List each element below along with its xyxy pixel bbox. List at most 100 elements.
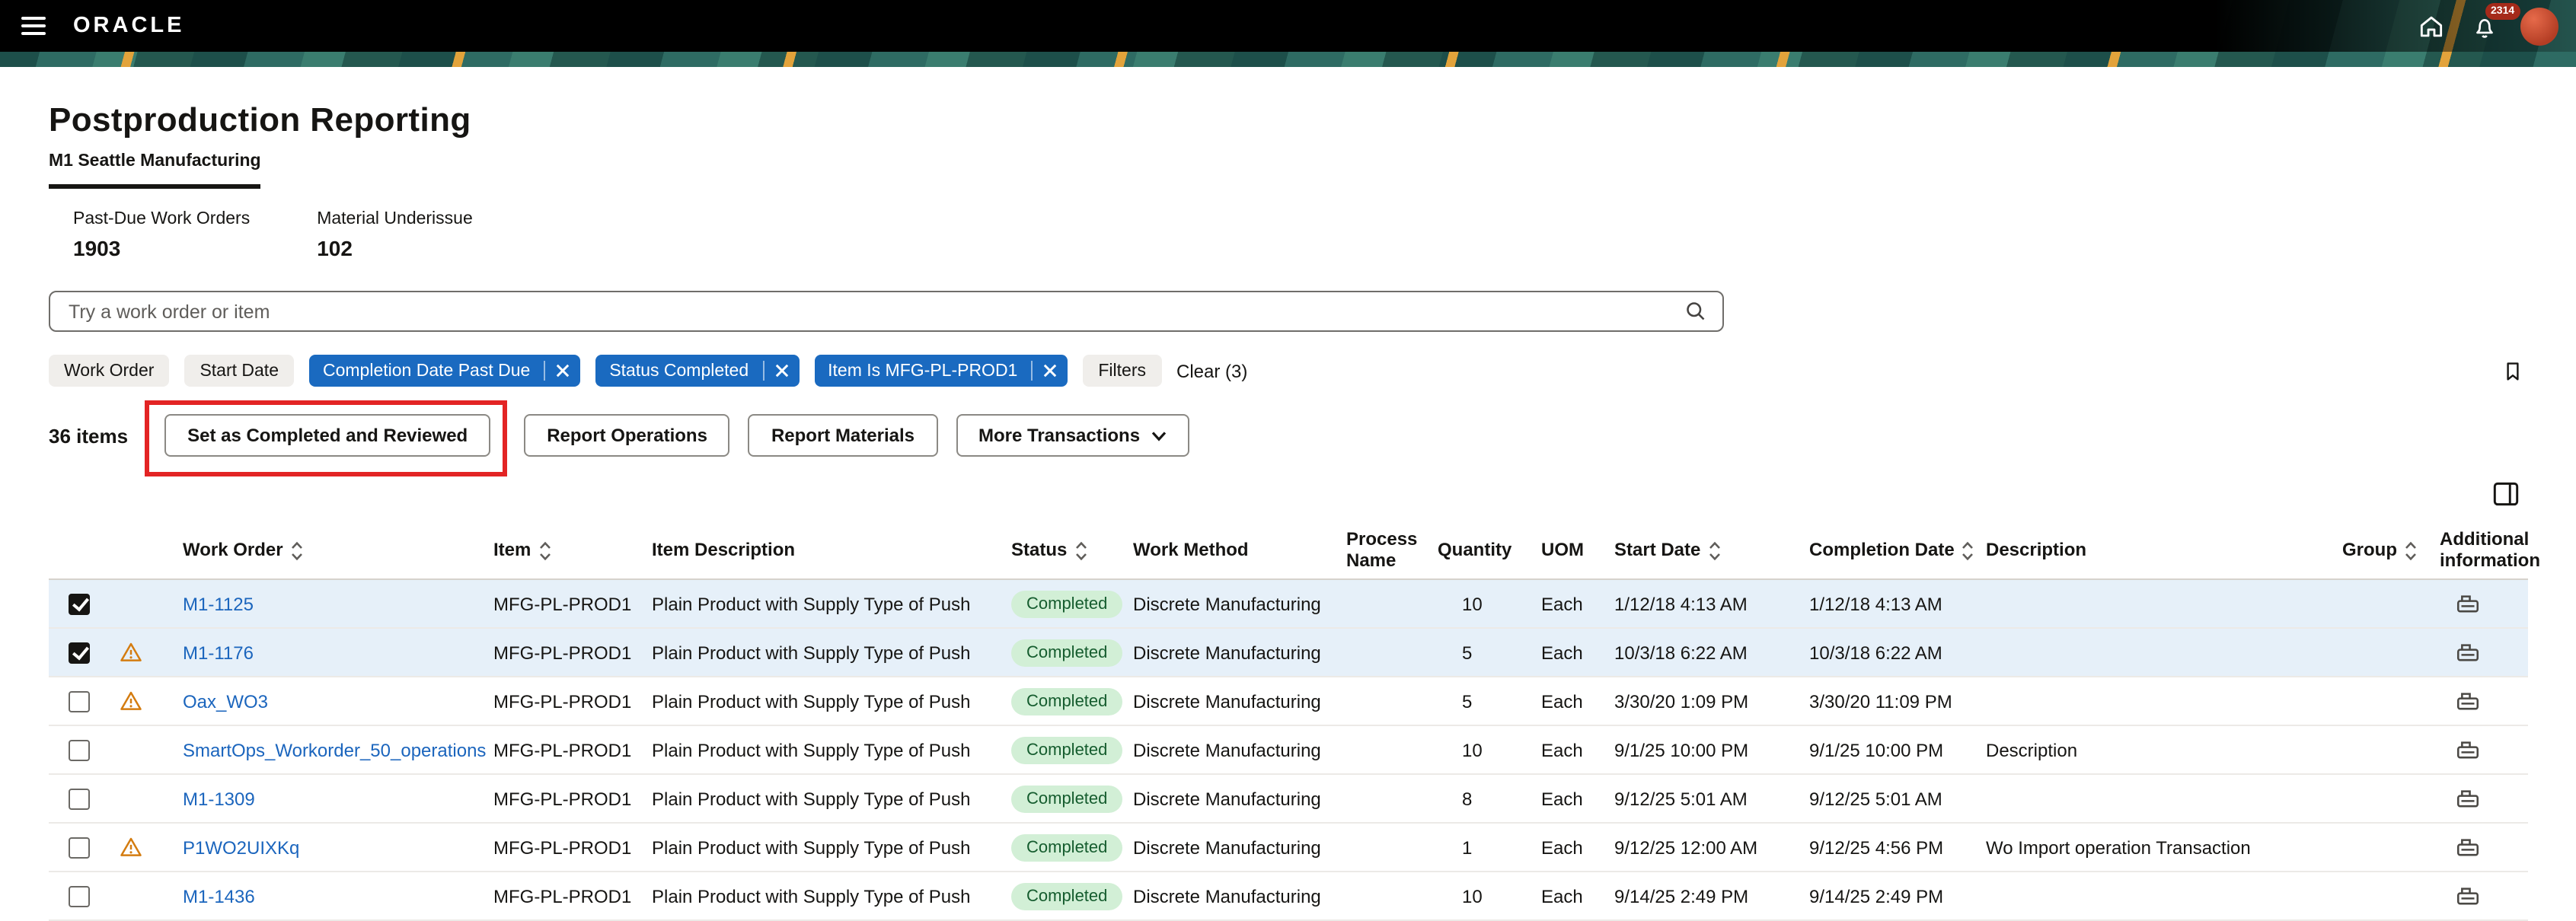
work-order-link[interactable]: M1-1125 — [183, 593, 254, 614]
row-checkbox[interactable] — [69, 642, 90, 663]
cell-start-date: 9/12/25 12:00 AM — [1614, 837, 1809, 858]
work-order-link[interactable]: SmartOps_Workorder_50_operations — [183, 739, 486, 760]
additional-info-icon[interactable] — [2455, 737, 2534, 763]
col-uom: UOM — [1541, 540, 1614, 561]
col-item[interactable]: Item — [493, 540, 652, 561]
additional-info-icon[interactable] — [2455, 834, 2534, 860]
table-row[interactable]: M1-1125 MFG-PL-PROD1 Plain Product with … — [49, 580, 2527, 629]
additional-info-icon[interactable] — [2455, 883, 2534, 909]
oracle-logo: ORACLE — [73, 14, 184, 38]
cell-work-method: Discrete Manufacturing — [1133, 690, 1346, 712]
infolets: Past-Due Work Orders 1903 Material Under… — [49, 210, 2527, 260]
infolet-value: 1903 — [73, 236, 250, 260]
additional-info-icon[interactable] — [2455, 591, 2534, 617]
status-badge: Completed — [1011, 687, 1122, 715]
work-order-link[interactable]: P1WO2UIXKq — [183, 837, 299, 858]
more-transactions-label: More Transactions — [978, 425, 1140, 446]
status-badge: Completed — [1011, 590, 1122, 617]
cell-item: MFG-PL-PROD1 — [493, 788, 652, 809]
status-badge: Completed — [1011, 882, 1122, 910]
cell-quantity: 5 — [1438, 642, 1541, 663]
table-row[interactable]: M1-1176 MFG-PL-PROD1 Plain Product with … — [49, 629, 2527, 677]
cell-uom: Each — [1541, 593, 1614, 614]
table-row[interactable]: Oax_WO3 MFG-PL-PROD1 Plain Product with … — [49, 677, 2527, 726]
chip-item-is-mfg-pl-prod1[interactable]: Item Is MFG-PL-PROD1 — [814, 355, 1068, 387]
col-work-order[interactable]: Work Order — [183, 540, 493, 561]
remove-filter-icon[interactable] — [764, 364, 799, 378]
cell-uom: Each — [1541, 690, 1614, 712]
infolet-label: Past-Due Work Orders — [73, 210, 250, 228]
sort-icon[interactable] — [1708, 540, 1720, 561]
row-checkbox[interactable] — [69, 885, 90, 907]
table-row[interactable]: M1-1309 MFG-PL-PROD1 Plain Product with … — [49, 775, 2527, 824]
sort-icon[interactable] — [1074, 540, 1087, 561]
work-order-link[interactable]: Oax_WO3 — [183, 690, 268, 712]
cell-uom: Each — [1541, 788, 1614, 809]
col-start-date[interactable]: Start Date — [1614, 540, 1809, 561]
remove-filter-icon[interactable] — [1033, 364, 1068, 378]
notification-badge: 2314 — [2485, 3, 2520, 20]
actions-row: 36 items Set as Completed and Reviewed R… — [49, 414, 2527, 457]
col-additional-information: Additional information — [2440, 529, 2546, 571]
infolet-past-due-work-orders[interactable]: Past-Due Work Orders 1903 — [73, 210, 250, 260]
work-order-link[interactable]: M1-1436 — [183, 885, 255, 907]
chip-status-completed[interactable]: Status Completed — [595, 355, 799, 387]
search-bar — [49, 291, 1724, 332]
columns-panel-icon[interactable] — [2486, 475, 2524, 513]
set-completed-reviewed-button[interactable]: Set as Completed and Reviewed — [164, 414, 490, 457]
warning-icon — [119, 836, 143, 859]
cell-item: MFG-PL-PROD1 — [493, 642, 652, 663]
work-order-link[interactable]: M1-1176 — [183, 642, 254, 663]
chip-completion-date-past-due[interactable]: Completion Date Past Due — [309, 355, 580, 387]
col-completion-date[interactable]: Completion Date — [1809, 540, 1986, 561]
app-root: ORACLE 2314 Postproduction Reporting M1 … — [0, 0, 2576, 913]
report-materials-button[interactable]: Report Materials — [749, 414, 937, 457]
table-row[interactable]: M1-1436 MFG-PL-PROD1 Plain Product with … — [49, 872, 2527, 921]
row-checkbox[interactable] — [69, 739, 90, 760]
search-icon[interactable] — [1684, 300, 1707, 323]
col-group[interactable]: Group — [2342, 540, 2440, 561]
additional-info-icon[interactable] — [2455, 639, 2534, 665]
cell-start-date: 9/12/25 5:01 AM — [1614, 788, 1809, 809]
cell-completion-date: 9/1/25 10:00 PM — [1809, 739, 1986, 760]
home-icon[interactable] — [2413, 8, 2450, 44]
annotated-button-wrapper: Set as Completed and Reviewed — [164, 414, 490, 457]
cell-start-date: 9/1/25 10:00 PM — [1614, 739, 1809, 760]
chip-start-date[interactable]: Start Date — [184, 355, 294, 387]
cell-item-description: Plain Product with Supply Type of Push — [652, 837, 1011, 858]
row-checkbox[interactable] — [69, 788, 90, 809]
search-input[interactable] — [65, 299, 1684, 323]
additional-info-icon[interactable] — [2455, 786, 2534, 811]
chip-work-order[interactable]: Work Order — [49, 355, 169, 387]
cell-start-date: 3/30/20 1:09 PM — [1614, 690, 1809, 712]
row-checkbox[interactable] — [69, 593, 90, 614]
sort-icon[interactable] — [1962, 540, 1974, 561]
bookmark-icon[interactable] — [2497, 355, 2527, 386]
table-row[interactable]: SmartOps_Workorder_50_operations MFG-PL-… — [49, 726, 2527, 775]
report-operations-button[interactable]: Report Operations — [524, 414, 730, 457]
remove-filter-icon[interactable] — [545, 364, 580, 378]
org-tab[interactable]: M1 Seattle Manufacturing — [49, 152, 261, 189]
table-row[interactable]: P1WO2UIXKq MFG-PL-PROD1 Plain Product wi… — [49, 824, 2527, 872]
row-checkbox[interactable] — [69, 837, 90, 858]
clear-filters-link[interactable]: Clear (3) — [1176, 360, 1247, 381]
col-status[interactable]: Status — [1011, 540, 1133, 561]
avatar[interactable] — [2520, 7, 2558, 45]
global-header: ORACLE 2314 — [0, 0, 2576, 67]
row-checkbox[interactable] — [69, 690, 90, 712]
cell-work-method: Discrete Manufacturing — [1133, 593, 1346, 614]
additional-info-icon[interactable] — [2455, 688, 2534, 714]
sort-icon[interactable] — [538, 540, 551, 561]
menu-icon[interactable] — [15, 11, 52, 41]
sort-icon[interactable] — [291, 540, 303, 561]
notifications-bell-icon[interactable]: 2314 — [2466, 8, 2503, 44]
status-badge: Completed — [1011, 785, 1122, 812]
org-tab-label: M1 Seattle Manufacturing — [49, 152, 261, 170]
chip-label: Status Completed — [595, 362, 762, 380]
cell-work-method: Discrete Manufacturing — [1133, 788, 1346, 809]
sort-icon[interactable] — [2405, 540, 2417, 561]
work-order-link[interactable]: M1-1309 — [183, 788, 255, 809]
filters-button[interactable]: Filters — [1083, 355, 1161, 387]
infolet-material-underissue[interactable]: Material Underissue 102 — [317, 210, 473, 260]
more-transactions-menu-button[interactable]: More Transactions — [956, 414, 1189, 457]
